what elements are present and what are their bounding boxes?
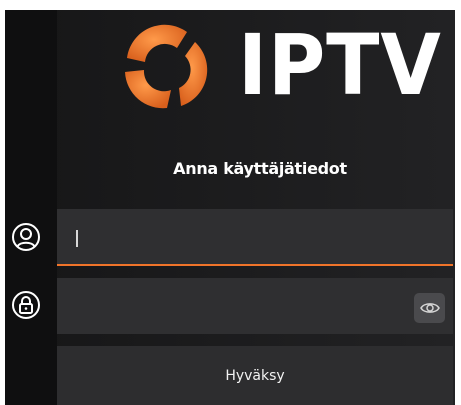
show-password-button[interactable] (414, 293, 445, 323)
logo-text: IPTV (238, 16, 442, 114)
username-input[interactable] (71, 209, 411, 264)
lock-icon (12, 291, 40, 319)
side-strip (5, 10, 57, 405)
accept-button[interactable]: Hyväksy (57, 346, 453, 405)
eye-icon (419, 303, 440, 313)
username-field[interactable] (57, 209, 453, 266)
user-icon (12, 223, 40, 251)
logo-mark-icon (125, 24, 208, 109)
password-input[interactable] (71, 278, 411, 334)
text-caret (76, 230, 78, 247)
page-title: Anna käyttäjätiedot (173, 159, 347, 178)
login-screen: IPTV Anna käyttäjätiedot Hyväksy (0, 0, 461, 405)
iptv-logo: IPTV (113, 16, 443, 114)
password-field[interactable] (57, 278, 453, 334)
